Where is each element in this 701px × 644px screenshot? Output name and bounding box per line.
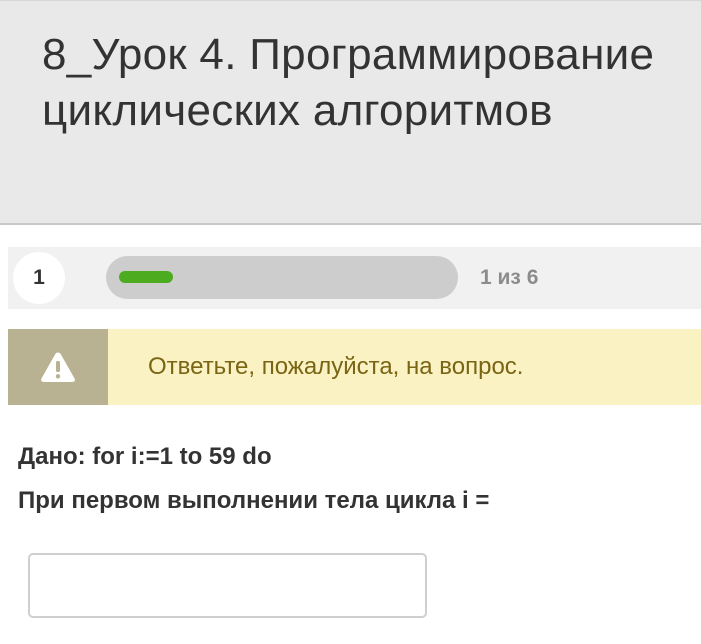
warning-alert: Ответьте, пожалуйста, на вопрос.	[8, 329, 701, 405]
question-number-badge[interactable]: 1	[13, 252, 65, 304]
progress-bar-fill	[119, 271, 173, 283]
answer-input[interactable]	[28, 553, 427, 618]
progress-strip: 1 1 из 6	[8, 247, 701, 309]
lesson-title: 8_Урок 4. Программирование циклических а…	[42, 30, 655, 135]
alert-icon-box	[8, 329, 108, 405]
question-given: Дано: for i:=1 to 59 do	[18, 443, 272, 470]
progress-counter: 1 из 6	[480, 266, 539, 289]
quiz-page: 8_Урок 4. Программирование циклических а…	[0, 0, 701, 644]
alert-message: Ответьте, пожалуйста, на вопрос.	[148, 353, 524, 380]
warning-icon	[41, 352, 75, 382]
lesson-header: 8_Урок 4. Программирование циклических а…	[0, 0, 701, 225]
progress-bar	[106, 256, 458, 299]
question-prompt: При первом выполнении тела цикла i =	[18, 487, 490, 514]
